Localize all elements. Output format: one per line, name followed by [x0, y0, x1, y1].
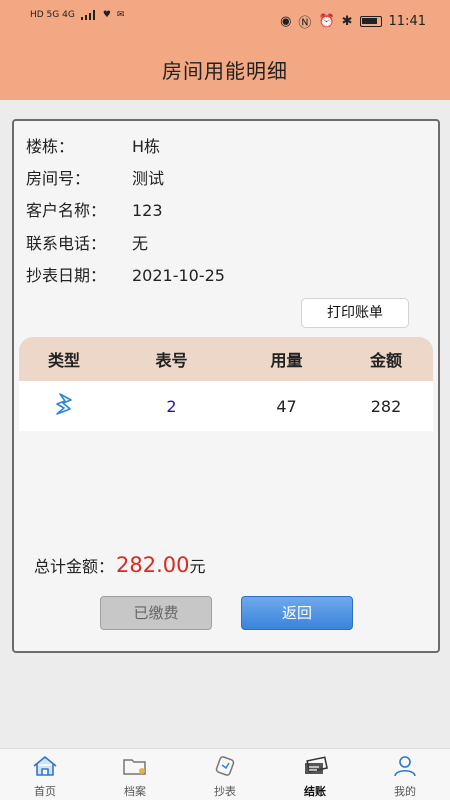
info-label: 抄表日期：	[26, 266, 107, 285]
tab-label: 抄表	[214, 785, 236, 798]
info-value: 123	[132, 201, 163, 220]
meter-read-icon	[215, 756, 235, 776]
tab-meter-read[interactable]: 抄表	[180, 749, 270, 800]
info-label: 楼栋：	[26, 137, 75, 156]
clock-time: 11:41	[388, 14, 426, 29]
col-meter-no: 表号	[155, 351, 188, 370]
info-row-date: 抄表日期： 2021-10-25	[26, 262, 225, 286]
info-value: 无	[132, 234, 149, 253]
folder-icon	[123, 759, 146, 775]
info-row-room: 房间号： 测试	[26, 165, 164, 189]
tab-label: 我的	[394, 785, 416, 798]
info-label: 联系电话：	[26, 234, 107, 253]
status-left: HD 5G 4G ♥ ✉	[30, 10, 124, 20]
user-icon	[394, 756, 416, 777]
info-row-phone: 联系电话： 无	[26, 230, 148, 254]
tab-label: 首页	[34, 785, 56, 798]
total-amount: 总计金额：282.00元	[34, 553, 206, 577]
paid-button[interactable]: 已缴费	[100, 596, 212, 630]
info-value: 2021-10-25	[132, 266, 225, 285]
nfc-icon: Ⓝ	[298, 16, 312, 31]
detail-card: 楼栋： H栋 房间号： 测试 客户名称： 123 联系电话： 无 抄表日期： 2021-1…	[12, 119, 440, 653]
total-value: 282.00	[116, 553, 190, 577]
table-header: 类型 表号 用量 金额	[19, 337, 433, 381]
col-amount: 金额	[369, 351, 402, 370]
col-usage: 用量	[270, 351, 303, 370]
home-icon	[33, 756, 57, 776]
tab-label: 结账	[304, 785, 326, 798]
print-bill-button[interactable]: 打印账单	[301, 298, 409, 328]
status-right: ◉ Ⓝ ⏰ ✱ 11:41	[280, 12, 426, 31]
info-row-building: 楼栋： H栋	[26, 133, 160, 157]
info-value: 测试	[132, 169, 165, 188]
tab-mine[interactable]: 我的	[360, 749, 450, 800]
tab-home[interactable]: 首页	[0, 749, 90, 800]
meter-table: 类型 表号 用量 金额 2 47 282	[19, 337, 433, 431]
signal-icon	[80, 10, 97, 20]
bluetooth-icon: ✱	[341, 14, 353, 29]
info-row-customer: 客户名称： 123	[26, 197, 163, 221]
header-bar: HD 5G 4G ♥ ✉ ◉ Ⓝ ⏰ ✱ 11:41 房间用能明细	[0, 0, 450, 100]
info-label: 客户名称：	[26, 201, 107, 220]
tab-checkout[interactable]: 结账	[270, 749, 360, 800]
eye-icon: ◉	[280, 14, 292, 29]
status-bar: HD 5G 4G ♥ ✉ ◉ Ⓝ ⏰ ✱ 11:41	[0, 0, 450, 40]
tab-label: 档案	[124, 785, 146, 798]
page-title: 房间用能明细	[162, 59, 288, 83]
table-row[interactable]: 2 47 282	[19, 381, 433, 431]
heart-icon: ♥	[102, 10, 111, 20]
battery-icon	[359, 16, 382, 27]
electricity-bolt-icon	[19, 391, 109, 421]
usage-value: 47	[276, 396, 297, 416]
alarm-icon: ⏰	[318, 14, 335, 29]
info-value: H栋	[132, 137, 161, 156]
total-unit: 元	[189, 557, 206, 576]
meter-number: 2	[166, 396, 177, 416]
network-indicator: HD 5G 4G	[30, 10, 75, 20]
back-button[interactable]: 返回	[241, 596, 353, 630]
tab-archive[interactable]: 档案	[90, 749, 180, 800]
total-label: 总计金额：	[34, 557, 115, 576]
checkout-icon	[305, 756, 328, 774]
mail-icon: ✉	[116, 10, 125, 20]
bottom-tab-bar: 首页 档案 抄表 结账 我的	[0, 748, 450, 800]
info-label: 房间号：	[26, 169, 91, 188]
amount-value: 282	[370, 396, 402, 416]
col-type: 类型	[47, 351, 80, 370]
